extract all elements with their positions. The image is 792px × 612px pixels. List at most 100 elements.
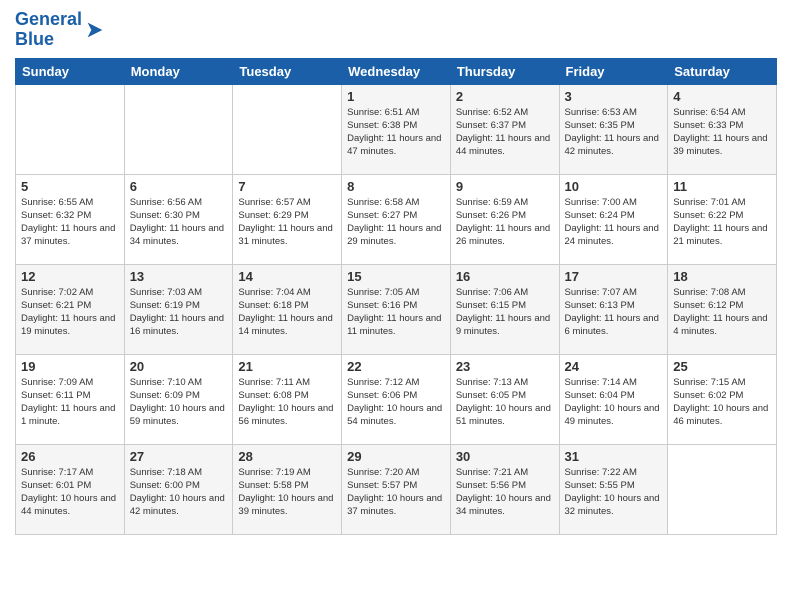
- day-info: Sunrise: 7:12 AM Sunset: 6:06 PM Dayligh…: [347, 376, 445, 429]
- calendar-week-row: 12 Sunrise: 7:02 AM Sunset: 6:21 PM Dayli…: [16, 264, 777, 354]
- day-info: Sunrise: 7:04 AM Sunset: 6:18 PM Dayligh…: [238, 286, 336, 339]
- day-number: 24: [565, 359, 663, 374]
- calendar-cell: 5 Sunrise: 6:55 AM Sunset: 6:32 PM Daylig…: [16, 174, 125, 264]
- day-info: Sunrise: 7:09 AM Sunset: 6:11 PM Dayligh…: [21, 376, 119, 429]
- calendar-cell: 6 Sunrise: 6:56 AM Sunset: 6:30 PM Daylig…: [124, 174, 233, 264]
- day-number: 5: [21, 179, 119, 194]
- calendar-cell: 15 Sunrise: 7:05 AM Sunset: 6:16 PM Dayli…: [342, 264, 451, 354]
- day-number: 6: [130, 179, 228, 194]
- calendar-cell: 2 Sunrise: 6:52 AM Sunset: 6:37 PM Daylig…: [450, 84, 559, 174]
- calendar-cell: 17 Sunrise: 7:07 AM Sunset: 6:13 PM Dayli…: [559, 264, 668, 354]
- day-info: Sunrise: 7:00 AM Sunset: 6:24 PM Dayligh…: [565, 196, 663, 249]
- day-number: 11: [673, 179, 771, 194]
- calendar-cell: 30 Sunrise: 7:21 AM Sunset: 5:56 PM Dayli…: [450, 444, 559, 534]
- calendar-week-row: 26 Sunrise: 7:17 AM Sunset: 6:01 PM Dayli…: [16, 444, 777, 534]
- day-number: 14: [238, 269, 336, 284]
- day-info: Sunrise: 6:56 AM Sunset: 6:30 PM Dayligh…: [130, 196, 228, 249]
- day-info: Sunrise: 7:15 AM Sunset: 6:02 PM Dayligh…: [673, 376, 771, 429]
- calendar-cell: 7Sunrise: 6:57 AM Sunset: 6:29 PM Daylig…: [233, 174, 342, 264]
- calendar-cell: 25 Sunrise: 7:15 AM Sunset: 6:02 PM Dayli…: [668, 354, 777, 444]
- day-number: 15: [347, 269, 445, 284]
- calendar-cell: [233, 84, 342, 174]
- calendar-cell: 28 Sunrise: 7:19 AM Sunset: 5:58 PM Dayli…: [233, 444, 342, 534]
- day-info: Sunrise: 7:08 AM Sunset: 6:12 PM Dayligh…: [673, 286, 771, 339]
- weekday-header: Friday: [559, 58, 668, 84]
- day-number: 28: [238, 449, 336, 464]
- calendar-cell: 18 Sunrise: 7:08 AM Sunset: 6:12 PM Dayli…: [668, 264, 777, 354]
- day-info: Sunrise: 7:03 AM Sunset: 6:19 PM Dayligh…: [130, 286, 228, 339]
- day-number: 1: [347, 89, 445, 104]
- day-number: 8: [347, 179, 445, 194]
- day-info: Sunrise: 6:54 AM Sunset: 6:33 PM Dayligh…: [673, 106, 771, 159]
- day-number: 30: [456, 449, 554, 464]
- calendar-cell: 12 Sunrise: 7:02 AM Sunset: 6:21 PM Dayli…: [16, 264, 125, 354]
- day-info: Sunrise: 7:14 AM Sunset: 6:04 PM Dayligh…: [565, 376, 663, 429]
- calendar-cell: 31 Sunrise: 7:22 AM Sunset: 5:55 PM Dayli…: [559, 444, 668, 534]
- day-info: Sunrise: 6:52 AM Sunset: 6:37 PM Dayligh…: [456, 106, 554, 159]
- day-number: 12: [21, 269, 119, 284]
- calendar-cell: 22 Sunrise: 7:12 AM Sunset: 6:06 PM Dayli…: [342, 354, 451, 444]
- weekday-header: Sunday: [16, 58, 125, 84]
- calendar-cell: 21Sunrise: 7:11 AM Sunset: 6:08 PM Dayli…: [233, 354, 342, 444]
- calendar-cell: 10Sunrise: 7:00 AM Sunset: 6:24 PM Dayli…: [559, 174, 668, 264]
- logo-text: GeneralBlue: [15, 10, 82, 50]
- calendar-cell: 11Sunrise: 7:01 AM Sunset: 6:22 PM Dayli…: [668, 174, 777, 264]
- weekday-header: Thursday: [450, 58, 559, 84]
- calendar-week-row: 5 Sunrise: 6:55 AM Sunset: 6:32 PM Daylig…: [16, 174, 777, 264]
- day-info: Sunrise: 6:59 AM Sunset: 6:26 PM Dayligh…: [456, 196, 554, 249]
- calendar-cell: 13 Sunrise: 7:03 AM Sunset: 6:19 PM Dayli…: [124, 264, 233, 354]
- day-info: Sunrise: 7:10 AM Sunset: 6:09 PM Dayligh…: [130, 376, 228, 429]
- day-number: 9: [456, 179, 554, 194]
- calendar-header-row: SundayMondayTuesdayWednesdayThursdayFrid…: [16, 58, 777, 84]
- weekday-header: Saturday: [668, 58, 777, 84]
- day-number: 27: [130, 449, 228, 464]
- day-number: 26: [21, 449, 119, 464]
- day-number: 19: [21, 359, 119, 374]
- day-info: Sunrise: 7:17 AM Sunset: 6:01 PM Dayligh…: [21, 466, 119, 519]
- calendar-cell: 24 Sunrise: 7:14 AM Sunset: 6:04 PM Dayli…: [559, 354, 668, 444]
- page-header: GeneralBlue: [15, 10, 777, 50]
- calendar-cell: [668, 444, 777, 534]
- day-info: Sunrise: 7:07 AM Sunset: 6:13 PM Dayligh…: [565, 286, 663, 339]
- day-number: 3: [565, 89, 663, 104]
- calendar-body: 1 Sunrise: 6:51 AM Sunset: 6:38 PM Daylig…: [16, 84, 777, 534]
- calendar-cell: 19 Sunrise: 7:09 AM Sunset: 6:11 PM Dayli…: [16, 354, 125, 444]
- day-info: Sunrise: 7:06 AM Sunset: 6:15 PM Dayligh…: [456, 286, 554, 339]
- calendar-week-row: 19 Sunrise: 7:09 AM Sunset: 6:11 PM Dayli…: [16, 354, 777, 444]
- day-info: Sunrise: 6:55 AM Sunset: 6:32 PM Dayligh…: [21, 196, 119, 249]
- day-info: Sunrise: 7:11 AM Sunset: 6:08 PM Dayligh…: [238, 376, 336, 429]
- day-info: Sunrise: 7:22 AM Sunset: 5:55 PM Dayligh…: [565, 466, 663, 519]
- day-info: Sunrise: 7:18 AM Sunset: 6:00 PM Dayligh…: [130, 466, 228, 519]
- day-number: 17: [565, 269, 663, 284]
- day-number: 31: [565, 449, 663, 464]
- day-info: Sunrise: 6:58 AM Sunset: 6:27 PM Dayligh…: [347, 196, 445, 249]
- day-info: Sunrise: 7:21 AM Sunset: 5:56 PM Dayligh…: [456, 466, 554, 519]
- day-info: Sunrise: 7:05 AM Sunset: 6:16 PM Dayligh…: [347, 286, 445, 339]
- day-info: Sunrise: 6:51 AM Sunset: 6:38 PM Dayligh…: [347, 106, 445, 159]
- calendar-cell: 4 Sunrise: 6:54 AM Sunset: 6:33 PM Daylig…: [668, 84, 777, 174]
- day-info: Sunrise: 6:57 AM Sunset: 6:29 PM Dayligh…: [238, 196, 336, 249]
- calendar-cell: 29 Sunrise: 7:20 AM Sunset: 5:57 PM Dayli…: [342, 444, 451, 534]
- weekday-header: Tuesday: [233, 58, 342, 84]
- day-number: 13: [130, 269, 228, 284]
- day-number: 18: [673, 269, 771, 284]
- calendar-cell: 1 Sunrise: 6:51 AM Sunset: 6:38 PM Daylig…: [342, 84, 451, 174]
- calendar-cell: [124, 84, 233, 174]
- calendar-cell: 8 Sunrise: 6:58 AM Sunset: 6:27 PM Daylig…: [342, 174, 451, 264]
- day-info: Sunrise: 7:02 AM Sunset: 6:21 PM Dayligh…: [21, 286, 119, 339]
- logo: GeneralBlue: [15, 10, 106, 50]
- day-number: 4: [673, 89, 771, 104]
- weekday-header: Wednesday: [342, 58, 451, 84]
- day-info: Sunrise: 7:19 AM Sunset: 5:58 PM Dayligh…: [238, 466, 336, 519]
- day-info: Sunrise: 7:20 AM Sunset: 5:57 PM Dayligh…: [347, 466, 445, 519]
- calendar-cell: 3Sunrise: 6:53 AM Sunset: 6:35 PM Daylig…: [559, 84, 668, 174]
- day-number: 29: [347, 449, 445, 464]
- day-number: 2: [456, 89, 554, 104]
- calendar-cell: 23Sunrise: 7:13 AM Sunset: 6:05 PM Dayli…: [450, 354, 559, 444]
- calendar-cell: 26 Sunrise: 7:17 AM Sunset: 6:01 PM Dayli…: [16, 444, 125, 534]
- day-number: 25: [673, 359, 771, 374]
- day-number: 16: [456, 269, 554, 284]
- day-number: 22: [347, 359, 445, 374]
- calendar-cell: 16 Sunrise: 7:06 AM Sunset: 6:15 PM Dayli…: [450, 264, 559, 354]
- day-number: 23: [456, 359, 554, 374]
